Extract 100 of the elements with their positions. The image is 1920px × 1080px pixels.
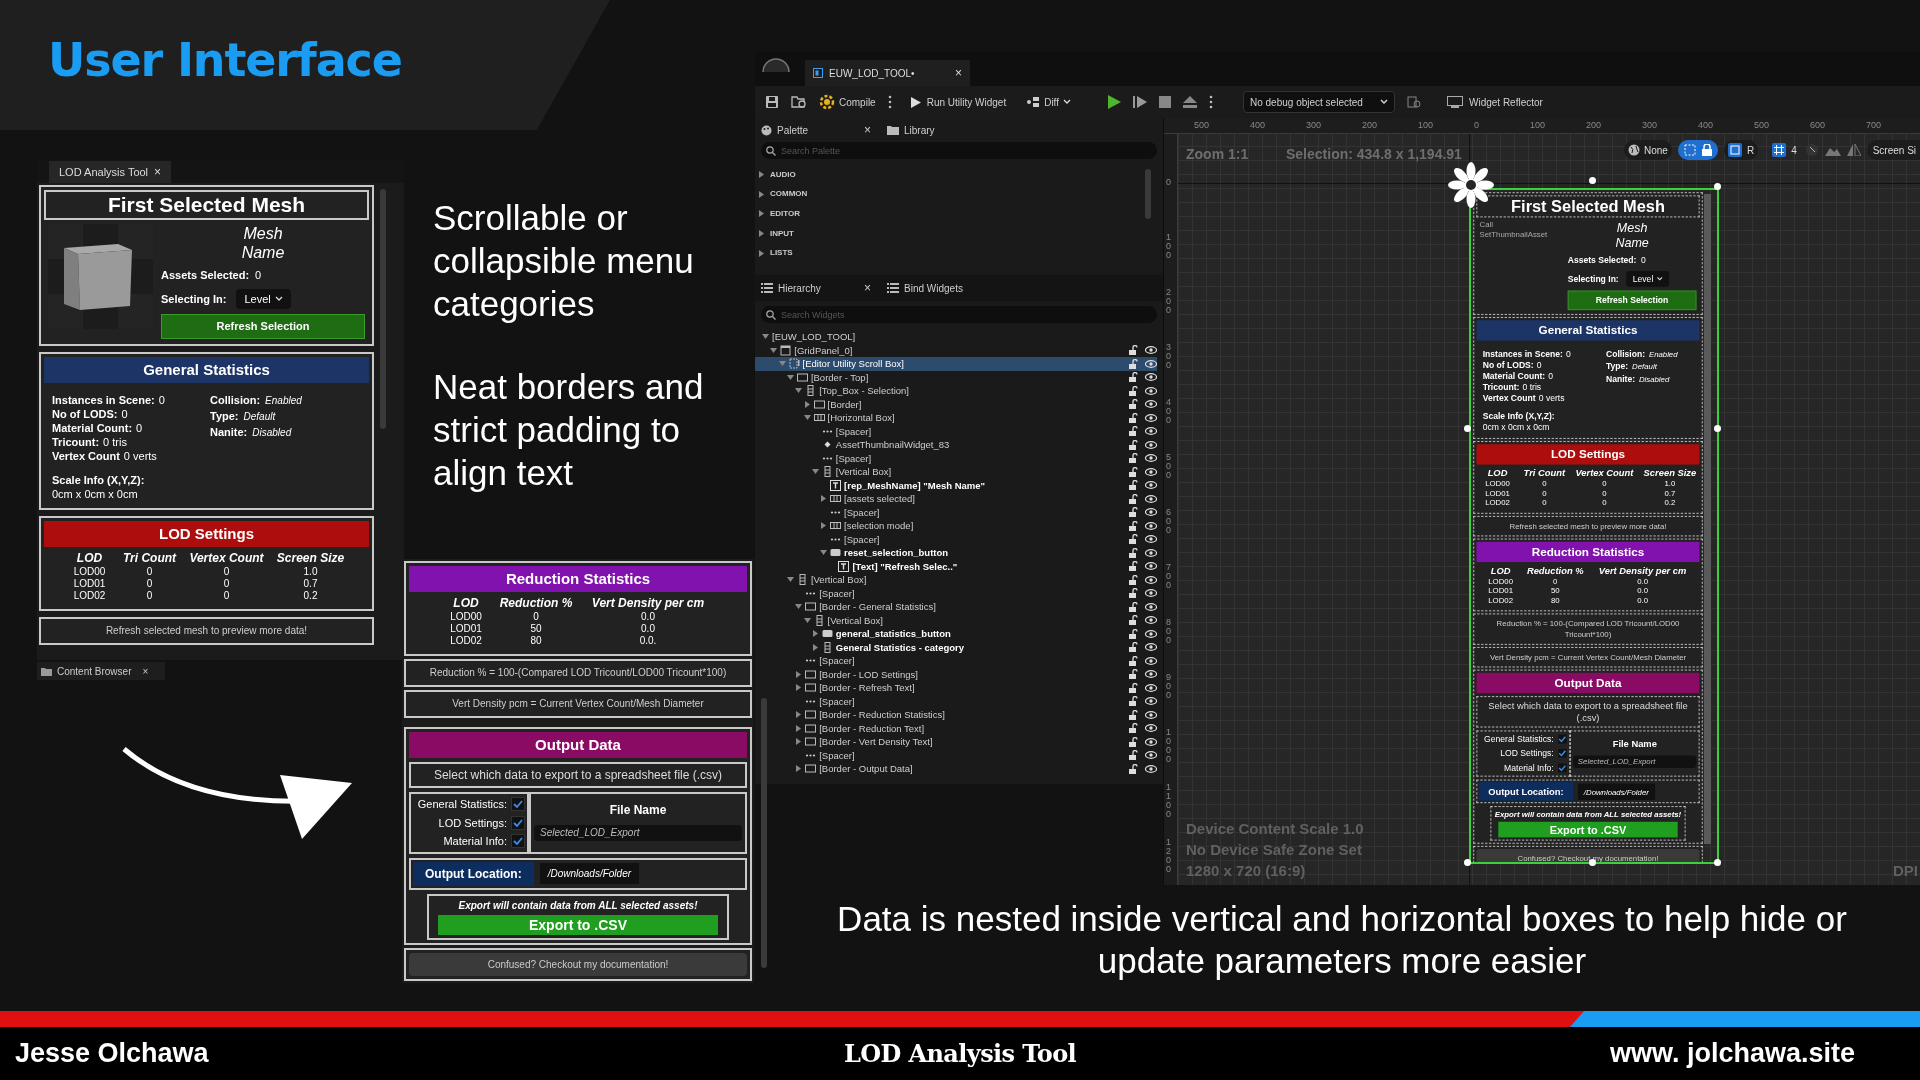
eye-icon[interactable] bbox=[1145, 386, 1157, 395]
export-button[interactable]: Export to .CSV bbox=[438, 914, 718, 935]
tree-item[interactable]: [Editor Utility Scroll Box] bbox=[755, 357, 1157, 371]
browse-icon[interactable] bbox=[791, 95, 807, 109]
tree-item[interactable]: [Spacer] bbox=[755, 505, 1157, 519]
category-header[interactable]: Output Data bbox=[1476, 672, 1700, 693]
expand-arrow-icon[interactable] bbox=[786, 576, 794, 584]
expand-arrow-icon[interactable] bbox=[786, 373, 794, 381]
tree-item[interactable]: [Border - Vert Density Text] bbox=[755, 735, 1157, 749]
unlock-icon[interactable] bbox=[1128, 439, 1138, 450]
close-button[interactable]: × bbox=[864, 279, 871, 297]
tree-item[interactable]: [Vertical Box] bbox=[755, 465, 1157, 479]
eye-icon[interactable] bbox=[1145, 427, 1157, 436]
eye-icon[interactable] bbox=[1145, 494, 1157, 503]
eye-icon[interactable] bbox=[1145, 481, 1157, 490]
tree-item[interactable]: [Border] bbox=[755, 397, 1157, 411]
refresh-button[interactable]: Refresh Selection bbox=[161, 314, 365, 339]
rotate-button[interactable]: R bbox=[1723, 140, 1759, 160]
expand-arrow-icon[interactable] bbox=[820, 522, 828, 530]
tree-item[interactable]: [Top_Box - Selection] bbox=[755, 384, 1157, 398]
eye-icon[interactable] bbox=[1145, 359, 1157, 368]
checkbox[interactable] bbox=[511, 834, 525, 849]
tree-item[interactable]: [GridPanel_0] bbox=[755, 343, 1157, 357]
category-header[interactable]: Output Data bbox=[409, 732, 747, 758]
resize-handle[interactable] bbox=[1464, 425, 1471, 432]
panel-tab[interactable]: Content Browser × bbox=[37, 662, 165, 680]
debug-dropdown[interactable]: No debug object selected bbox=[1243, 91, 1395, 113]
category-item[interactable]: EDITOR bbox=[759, 206, 1141, 222]
eye-icon[interactable] bbox=[1145, 575, 1157, 584]
tree-item[interactable]: [Border - Refresh Text] bbox=[755, 681, 1157, 695]
run-button[interactable]: Run Utility Widget bbox=[909, 94, 1007, 110]
expand-arrow-icon[interactable] bbox=[759, 249, 764, 257]
scrollbar[interactable] bbox=[1145, 169, 1151, 219]
resize-handle[interactable] bbox=[1714, 183, 1721, 190]
unlock-icon[interactable] bbox=[1128, 736, 1138, 747]
category-header[interactable]: LOD Settings bbox=[1476, 443, 1700, 465]
location-field[interactable]: /Downloads/Folder bbox=[539, 863, 640, 884]
eye-icon[interactable] bbox=[1145, 629, 1157, 638]
tree-item[interactable]: [rep_MeshName] "Mesh Name" bbox=[755, 478, 1157, 492]
tree-item[interactable]: [Spacer] bbox=[755, 694, 1157, 708]
unlock-icon[interactable] bbox=[1128, 480, 1138, 491]
scrollbar[interactable] bbox=[1704, 194, 1711, 844]
category-item[interactable]: AUDIO bbox=[759, 167, 1141, 183]
expand-arrow-icon[interactable] bbox=[759, 190, 764, 198]
tree-item[interactable]: general_statistics_button bbox=[755, 627, 1157, 641]
eject-icon[interactable] bbox=[1183, 96, 1197, 108]
unlock-icon[interactable] bbox=[1128, 601, 1138, 612]
eye-icon[interactable] bbox=[1145, 508, 1157, 517]
eye-icon[interactable] bbox=[1145, 764, 1157, 773]
unlock-icon[interactable] bbox=[1128, 372, 1138, 383]
close-button[interactable]: × bbox=[154, 163, 162, 181]
eye-icon[interactable] bbox=[1145, 400, 1157, 409]
expand-arrow-icon[interactable] bbox=[795, 724, 803, 732]
unlock-icon[interactable] bbox=[1128, 750, 1138, 761]
tree-item[interactable]: [Vertical Box] bbox=[755, 573, 1157, 587]
screen-size-button[interactable]: Screen Si bbox=[1866, 140, 1920, 160]
expand-arrow-icon[interactable] bbox=[795, 738, 803, 746]
tree-item[interactable]: General Statistics - category bbox=[755, 640, 1157, 654]
unlock-icon[interactable] bbox=[1128, 588, 1138, 599]
eye-icon[interactable] bbox=[1145, 467, 1157, 476]
unlock-icon[interactable] bbox=[1128, 507, 1138, 518]
checkbox[interactable] bbox=[1556, 762, 1568, 774]
resize-handle[interactable] bbox=[1464, 859, 1471, 866]
dropdown[interactable]: Level bbox=[236, 288, 291, 309]
save-icon[interactable] bbox=[765, 95, 779, 109]
category-header[interactable]: General Statistics bbox=[44, 356, 369, 383]
eye-icon[interactable] bbox=[1145, 643, 1157, 652]
refresh-button[interactable]: Refresh Selection bbox=[1567, 290, 1697, 310]
expand-arrow-icon[interactable] bbox=[820, 549, 828, 557]
expand-arrow-icon[interactable] bbox=[795, 603, 803, 611]
resize-handle[interactable] bbox=[1714, 425, 1721, 432]
unlock-icon[interactable] bbox=[1128, 723, 1138, 734]
eye-icon[interactable] bbox=[1145, 697, 1157, 706]
expand-arrow-icon[interactable] bbox=[803, 400, 811, 408]
expand-arrow-icon[interactable] bbox=[811, 643, 819, 651]
eye-icon[interactable] bbox=[1145, 548, 1157, 557]
unlock-icon[interactable] bbox=[1128, 709, 1138, 720]
expand-arrow-icon[interactable] bbox=[811, 468, 819, 476]
eye-icon[interactable] bbox=[1145, 602, 1157, 611]
unlock-icon[interactable] bbox=[1128, 655, 1138, 666]
tree-item[interactable]: [Border - General Statistics] bbox=[755, 600, 1157, 614]
unlock-icon[interactable] bbox=[1128, 426, 1138, 437]
tree-item[interactable]: [Horizontal Box] bbox=[755, 411, 1157, 425]
unlock-icon[interactable] bbox=[1128, 669, 1138, 680]
expand-arrow-icon[interactable] bbox=[795, 765, 803, 773]
unlock-icon[interactable] bbox=[1128, 520, 1138, 531]
unlock-icon[interactable] bbox=[1128, 493, 1138, 504]
expand-arrow-icon[interactable] bbox=[811, 630, 819, 638]
tree-item[interactable]: [Spacer] bbox=[755, 451, 1157, 465]
tree-item[interactable]: reset_selection_button bbox=[755, 546, 1157, 560]
expand-arrow-icon[interactable] bbox=[795, 670, 803, 678]
eye-icon[interactable] bbox=[1145, 373, 1157, 382]
scrollbar[interactable] bbox=[761, 698, 767, 968]
unlock-icon[interactable] bbox=[1128, 453, 1138, 464]
unlock-icon[interactable] bbox=[1128, 385, 1138, 396]
category-header[interactable]: LOD Settings bbox=[44, 520, 369, 547]
tree-item[interactable]: [Spacer] bbox=[755, 532, 1157, 546]
eye-icon[interactable] bbox=[1145, 589, 1157, 598]
widget-reflector-button[interactable]: Widget Reflector bbox=[1447, 94, 1543, 110]
eye-icon[interactable] bbox=[1145, 683, 1157, 692]
